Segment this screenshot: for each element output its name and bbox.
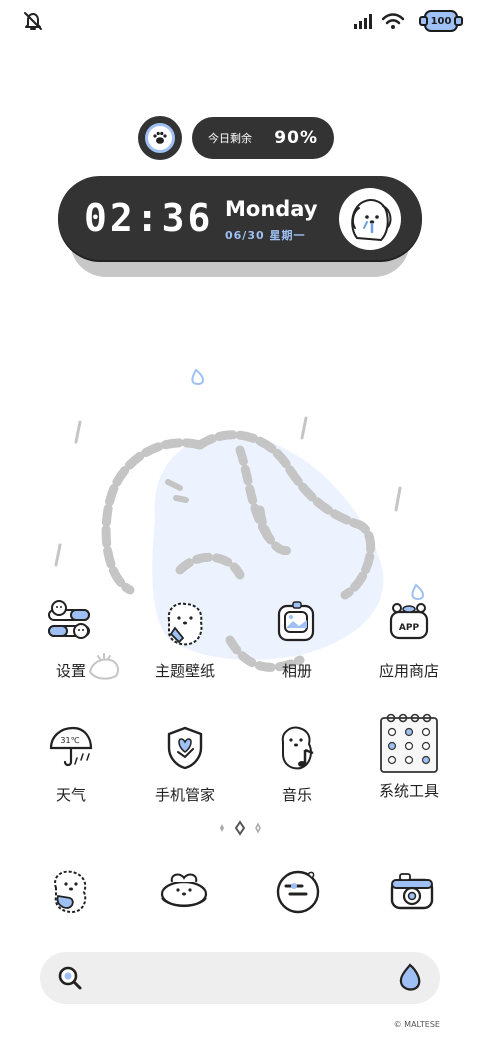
clock-time: 02:36 (84, 196, 214, 240)
paw-badge[interactable] (138, 116, 182, 160)
paw-icon (153, 131, 167, 144)
app-store[interactable]: APP 应用商店 (354, 598, 464, 681)
signal-icon (354, 14, 372, 29)
battery-level: 100 (430, 15, 452, 27)
app-label: 天气 (55, 786, 86, 804)
app-store-icon-text: APP (399, 623, 420, 633)
mute-notification-icon (24, 12, 42, 30)
app-label: 音乐 (281, 786, 312, 804)
settings-icon (48, 600, 90, 639)
app-label: 应用商店 (378, 662, 439, 680)
app-store-icon: APP (389, 603, 429, 640)
browser-icon[interactable] (272, 866, 324, 918)
search-bar[interactable] (40, 952, 440, 1004)
dog-avatar (339, 188, 401, 250)
messages-icon[interactable] (158, 866, 210, 918)
app-label: 主题壁纸 (154, 662, 215, 680)
wifi-icon (382, 13, 404, 29)
battery-icon: 100 (419, 10, 463, 32)
weather-icon: 31℃ (49, 726, 93, 767)
app-label: 相册 (281, 662, 312, 680)
theme-wallpaper-icon (167, 602, 203, 646)
weather-temp: 31℃ (60, 736, 79, 745)
app-music[interactable]: 音乐 (242, 722, 352, 805)
clock-date: 06/30 星期一 (225, 229, 306, 242)
battery-remaining-widget[interactable]: 今日剩余 90% (192, 117, 334, 159)
search-icon[interactable] (56, 964, 84, 992)
phone-manager-icon (167, 726, 203, 770)
music-icon (281, 726, 314, 770)
system-tools-icon (380, 713, 438, 773)
camera-icon[interactable] (386, 866, 438, 918)
clock-day: Monday (225, 197, 318, 221)
app-gallery[interactable]: 相册 (242, 598, 352, 681)
app-label: 系统工具 (378, 782, 439, 800)
chick-doodle (88, 653, 119, 680)
status-indicators: 100 (354, 10, 463, 32)
app-weather[interactable]: 31℃ 天气 (16, 722, 126, 805)
battery-remaining-label: 今日剩余 (208, 132, 252, 145)
app-system-tools[interactable]: 系统工具 (354, 710, 464, 801)
watermark: © MALTESE (393, 1020, 440, 1029)
phone-icon[interactable] (44, 866, 96, 918)
battery-remaining-value: 90% (274, 128, 318, 148)
page-indicator (220, 820, 261, 836)
app-phone-manager[interactable]: 手机管家 (130, 722, 240, 805)
voice-assistant-icon[interactable] (396, 962, 424, 992)
gallery-icon (277, 601, 315, 642)
app-theme-wallpaper[interactable]: 主题壁纸 (130, 598, 240, 681)
app-label: 手机管家 (154, 786, 215, 804)
